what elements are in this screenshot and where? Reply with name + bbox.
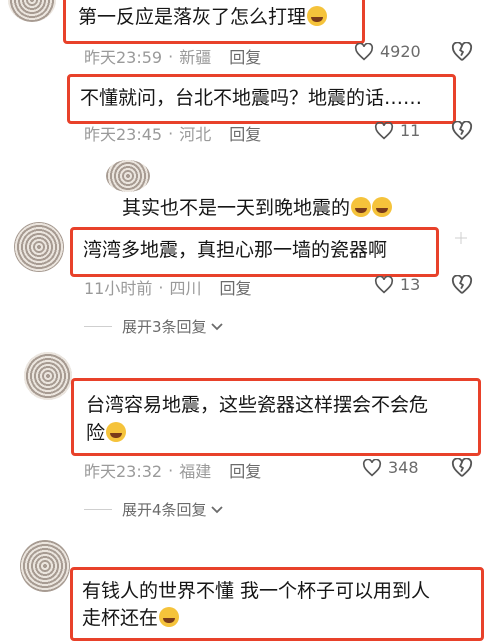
crying-laugh-emoji [159,607,180,627]
crying-laugh-emoji [307,6,328,26]
like-count: 13 [400,275,421,294]
reply-text: 其实也不是一天到晚地震的 [122,194,393,222]
heart-icon [362,458,382,476]
reply-button[interactable]: 回复 [229,121,261,145]
like-button[interactable]: 11 [374,121,420,140]
reply-button[interactable]: 回复 [219,275,251,299]
comment-location: 新疆 [179,48,212,67]
comment-location: 河北 [179,125,212,144]
broken-heart-icon[interactable] [451,42,473,62]
meta-separator: · [168,460,174,480]
reply-text-body: 其实也不是一天到晚地震的 [122,197,351,219]
more-icon[interactable] [453,230,469,246]
chevron-down-icon [210,505,223,513]
comment-text: 第一反应是落灰了怎么打理 [78,3,328,31]
comment-text-body: 第一反应是落灰了怎么打理 [78,6,307,28]
reply-button[interactable]: 回复 [229,458,261,482]
like-button[interactable]: 13 [374,275,420,294]
expand-replies-button[interactable]: 展开3条回复 [84,316,224,337]
reply-button[interactable]: 回复 [229,44,261,68]
comment-meta: 11小时前 · 四川 回复 [84,275,252,299]
comment-location: 四川 [169,279,202,298]
comment-text-line2: 险 [86,419,127,447]
like-button[interactable]: 4920 [354,42,421,61]
comment-time: 昨天23:45 [84,125,163,144]
expand-replies-label: 展开3条回复 [122,318,207,336]
avatar[interactable] [8,0,56,22]
meta-separator: · [168,46,174,66]
chevron-down-icon [210,322,223,330]
heart-icon [374,121,394,139]
broken-heart-icon[interactable] [451,275,473,295]
meta-separator: · [168,123,174,143]
comment-location: 福建 [179,462,212,481]
comment-meta: 昨天23:32 · 福建 回复 [84,458,261,482]
comment-text: 湾湾多地震，真担心那一墙的瓷器啊 [83,239,388,261]
comment-text-body: 险 [86,422,106,444]
like-count: 348 [388,458,419,477]
avatar[interactable] [24,352,72,400]
crying-laugh-emoji [106,422,127,442]
heart-icon [354,42,374,60]
comment-time: 昨天23:59 [84,48,163,67]
meta-separator: · [158,277,164,297]
expand-replies-button[interactable]: 展开4条回复 [84,499,224,520]
comment-meta: 昨天23:59 · 新疆 回复 [84,44,261,68]
like-button[interactable]: 348 [362,458,419,477]
like-count: 4920 [380,42,421,61]
comment-text-line2: 走杯还在 [82,604,180,632]
comment-time: 11小时前 [84,279,153,298]
divider [84,326,112,327]
expand-replies-label: 展开4条回复 [122,501,207,519]
comment-text-line1: 有钱人的世界不懂 我一个杯子可以用到人 [82,580,431,602]
divider [84,509,112,510]
broken-heart-icon[interactable] [451,121,473,141]
broken-heart-icon[interactable] [451,458,473,478]
avatar[interactable] [20,540,70,592]
comment-meta: 昨天23:45 · 河北 回复 [84,121,261,145]
comment-text: 不懂就问，台北不地震吗？地震的话…… [80,87,423,109]
comment-text-line1: 台湾容易地震，这些瓷器这样摆会不会危 [86,394,429,416]
comment-time: 昨天23:32 [84,462,163,481]
like-count: 11 [400,121,421,140]
avatar[interactable] [14,222,64,272]
avatar[interactable] [106,160,150,192]
heart-icon [374,275,394,293]
comment-text-body: 走杯还在 [82,607,159,629]
crying-laugh-emoji [351,197,372,217]
crying-laugh-emoji [372,197,393,217]
